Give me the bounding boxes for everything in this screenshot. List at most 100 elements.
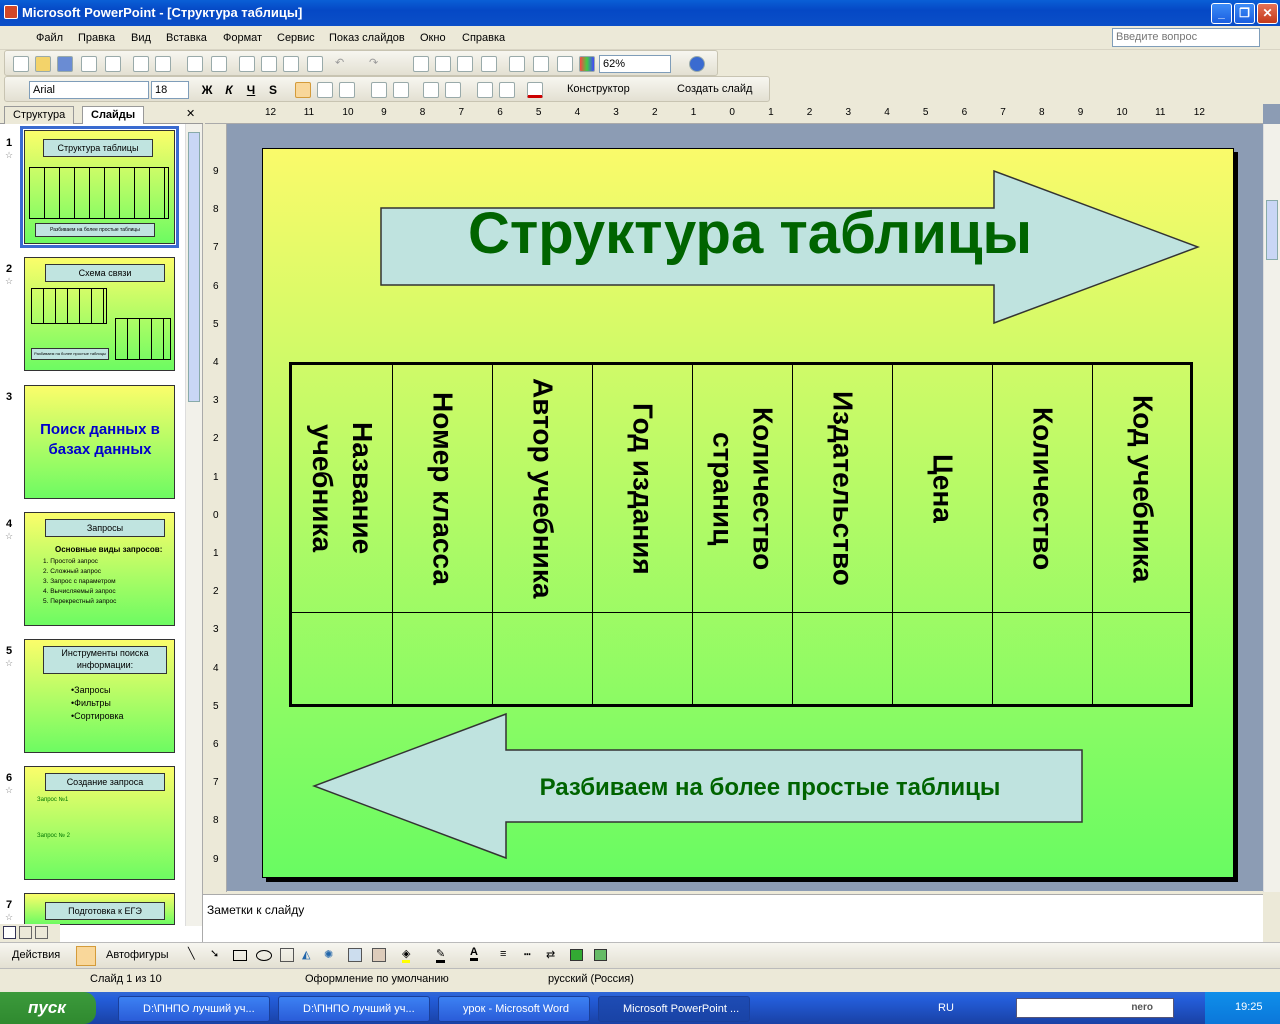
close-button[interactable]: ✕ — [1257, 3, 1278, 24]
align-right-icon[interactable] — [339, 82, 355, 98]
menu-format[interactable]: Формат — [223, 32, 262, 44]
undo-icon[interactable]: ↶ — [335, 56, 351, 72]
copy-icon[interactable] — [261, 56, 277, 72]
open-icon[interactable] — [35, 56, 51, 72]
format-painter-icon[interactable] — [307, 56, 323, 72]
chart-icon[interactable] — [413, 56, 429, 72]
wordart-icon[interactable]: ◭ — [302, 948, 310, 961]
underline-button[interactable]: Ч — [241, 81, 261, 99]
shadow-style-icon[interactable] — [570, 949, 583, 961]
font-color-icon[interactable] — [527, 82, 543, 98]
decrease-font-icon[interactable] — [445, 82, 461, 98]
increase-indent-icon[interactable] — [499, 82, 515, 98]
menu-insert[interactable]: Вставка — [166, 32, 207, 44]
close-pane-icon[interactable]: ✕ — [186, 107, 195, 120]
save-icon[interactable] — [57, 56, 73, 72]
picture-icon[interactable] — [372, 948, 386, 962]
sorter-view-icon[interactable] — [19, 926, 32, 939]
align-center-icon[interactable] — [317, 82, 333, 98]
bottom-arrow-text[interactable]: Разбиваем на более простые таблицы — [470, 774, 1070, 802]
line-color-icon[interactable]: ✎ — [436, 947, 446, 963]
minimize-button[interactable]: _ — [1211, 3, 1232, 24]
maximize-button[interactable]: ❐ — [1234, 3, 1255, 24]
actions-menu[interactable]: Действия — [12, 949, 60, 961]
select-pointer-icon[interactable] — [76, 946, 96, 966]
bold-button[interactable]: Ж — [197, 81, 217, 99]
slides-pane-scrollbar[interactable] — [185, 124, 202, 926]
decrease-indent-icon[interactable] — [477, 82, 493, 98]
draw-font-color-icon[interactable]: A — [470, 946, 478, 961]
fill-color-icon[interactable]: ◈ — [402, 947, 411, 963]
increase-font-icon[interactable] — [423, 82, 439, 98]
align-left-icon[interactable] — [295, 82, 311, 98]
menu-window[interactable]: Окно — [420, 32, 446, 44]
print-preview-icon[interactable] — [155, 56, 171, 72]
cut-icon[interactable] — [239, 56, 255, 72]
menu-edit[interactable]: Правка — [78, 32, 115, 44]
help-icon[interactable] — [689, 56, 705, 72]
autoshapes-menu[interactable]: Автофигуры — [106, 949, 169, 961]
italic-button[interactable]: К — [219, 81, 239, 99]
print-icon[interactable] — [133, 56, 149, 72]
diagram-icon[interactable]: ✺ — [324, 948, 333, 961]
language-indicator[interactable]: RU — [938, 1002, 954, 1014]
designer-button[interactable]: Конструктор — [567, 83, 630, 95]
structure-table[interactable]: Название учебника Номер класса Автор уче… — [289, 362, 1193, 707]
taskbar-item-active[interactable]: Microsoft PowerPoint ... — [598, 996, 750, 1022]
table-icon[interactable] — [435, 56, 451, 72]
thumbnail-slide-2[interactable]: Схема связи Разбиваем на более простые т… — [24, 257, 175, 371]
normal-view-icon[interactable] — [3, 926, 16, 939]
new-slide-button[interactable]: Создать слайд — [677, 83, 752, 95]
font-size-select[interactable]: 18 — [151, 81, 189, 99]
line-icon[interactable]: ╲ — [188, 947, 195, 960]
paste-icon[interactable] — [283, 56, 299, 72]
scroll-thumb[interactable] — [1266, 200, 1278, 260]
menu-slideshow[interactable]: Показ слайдов — [329, 32, 405, 44]
taskbar-item[interactable]: урок - Microsoft Word — [438, 996, 590, 1022]
oval-icon[interactable] — [256, 950, 272, 961]
3d-style-icon[interactable] — [594, 949, 607, 961]
shadow-button[interactable]: S — [263, 81, 283, 99]
textbox-icon[interactable] — [280, 948, 294, 962]
tab-slides[interactable]: Слайды — [82, 106, 145, 124]
nero-search-box[interactable]: nero — [1016, 998, 1174, 1018]
redo-icon[interactable]: ↷ — [369, 56, 385, 72]
slide-title[interactable]: Структура таблицы — [410, 200, 1090, 267]
font-select[interactable]: Arial — [29, 81, 149, 99]
start-button[interactable]: пуск — [0, 992, 96, 1024]
arrow-style-icon[interactable]: ⇄ — [546, 948, 555, 961]
rectangle-icon[interactable] — [233, 950, 247, 961]
tables-borders-icon[interactable] — [457, 56, 473, 72]
spelling-icon[interactable] — [187, 56, 203, 72]
hyperlink-icon[interactable] — [481, 56, 497, 72]
expand-all-icon[interactable] — [509, 56, 525, 72]
slideshow-view-icon[interactable] — [35, 926, 48, 939]
color-grayscale-icon[interactable] — [579, 56, 595, 72]
tab-outline[interactable]: Структура — [4, 106, 75, 124]
zoom-select[interactable]: 62% — [599, 55, 671, 73]
ask-question-input[interactable]: Введите вопрос — [1112, 28, 1260, 47]
permission-icon[interactable] — [81, 56, 97, 72]
formatting-icon[interactable] — [533, 56, 549, 72]
line-style-icon[interactable]: ≡ — [500, 948, 506, 960]
notes-pane[interactable]: Заметки к слайду — [203, 894, 1263, 942]
menu-help[interactable]: Справка — [462, 32, 505, 44]
thumbnail-slide-7[interactable]: Подготовка к ЕГЭ — [24, 893, 175, 925]
thumbnail-slide-3[interactable]: Поиск данных в базах данных — [24, 385, 175, 499]
scroll-thumb[interactable] — [188, 132, 200, 402]
thumbnail-slide-4[interactable]: Запросы Основные виды запросов: 1. Прост… — [24, 512, 175, 626]
email-icon[interactable] — [105, 56, 121, 72]
grid-icon[interactable] — [557, 56, 573, 72]
menu-tools[interactable]: Сервис — [277, 32, 315, 44]
dash-style-icon[interactable]: ┅ — [524, 948, 531, 961]
menu-view[interactable]: Вид — [131, 32, 151, 44]
arrow-icon[interactable]: ➘ — [210, 947, 219, 960]
clipart-icon[interactable] — [348, 948, 362, 962]
thumbnail-slide-1[interactable]: Структура таблицы Разбиваем на более про… — [20, 126, 179, 248]
new-icon[interactable] — [13, 56, 29, 72]
research-icon[interactable] — [211, 56, 227, 72]
menu-file[interactable]: Файл — [36, 32, 63, 44]
numbering-icon[interactable] — [371, 82, 387, 98]
taskbar-item[interactable]: D:\ПНПО лучший уч... — [278, 996, 430, 1022]
taskbar-item[interactable]: D:\ПНПО лучший уч... — [118, 996, 270, 1022]
